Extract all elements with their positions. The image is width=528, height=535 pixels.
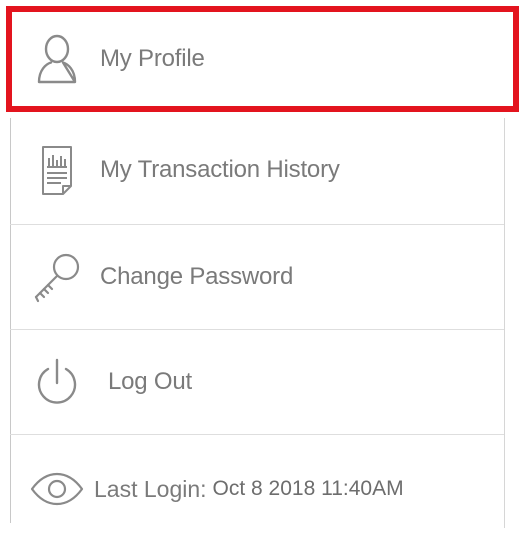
menu-right-border <box>504 118 505 528</box>
user-icon <box>28 30 86 88</box>
key-icon <box>28 248 86 306</box>
last-login-value: Oct 8 2018 11:40AM <box>212 477 404 500</box>
menu-item-label: Log Out <box>108 368 192 395</box>
last-login-label: Last Login: <box>94 475 207 502</box>
document-chart-icon <box>28 141 86 199</box>
account-menu: My Profile My Transaction History Change… <box>0 0 528 535</box>
eye-icon <box>28 460 86 518</box>
menu-item-my-profile[interactable]: My Profile <box>6 6 519 112</box>
menu-item-log-out[interactable]: Log Out <box>8 330 504 434</box>
menu-item-label: My Transaction History <box>100 156 340 183</box>
menu-item-change-password[interactable]: Change Password <box>8 225 504 329</box>
menu-item-transaction-history[interactable]: My Transaction History <box>8 118 504 222</box>
last-login-row: Last Login: Oct 8 2018 11:40AM <box>8 444 504 534</box>
menu-item-label: Change Password <box>100 263 294 290</box>
menu-item-label: My Profile <box>100 45 205 72</box>
power-icon <box>28 353 86 411</box>
menu-divider <box>10 434 504 435</box>
